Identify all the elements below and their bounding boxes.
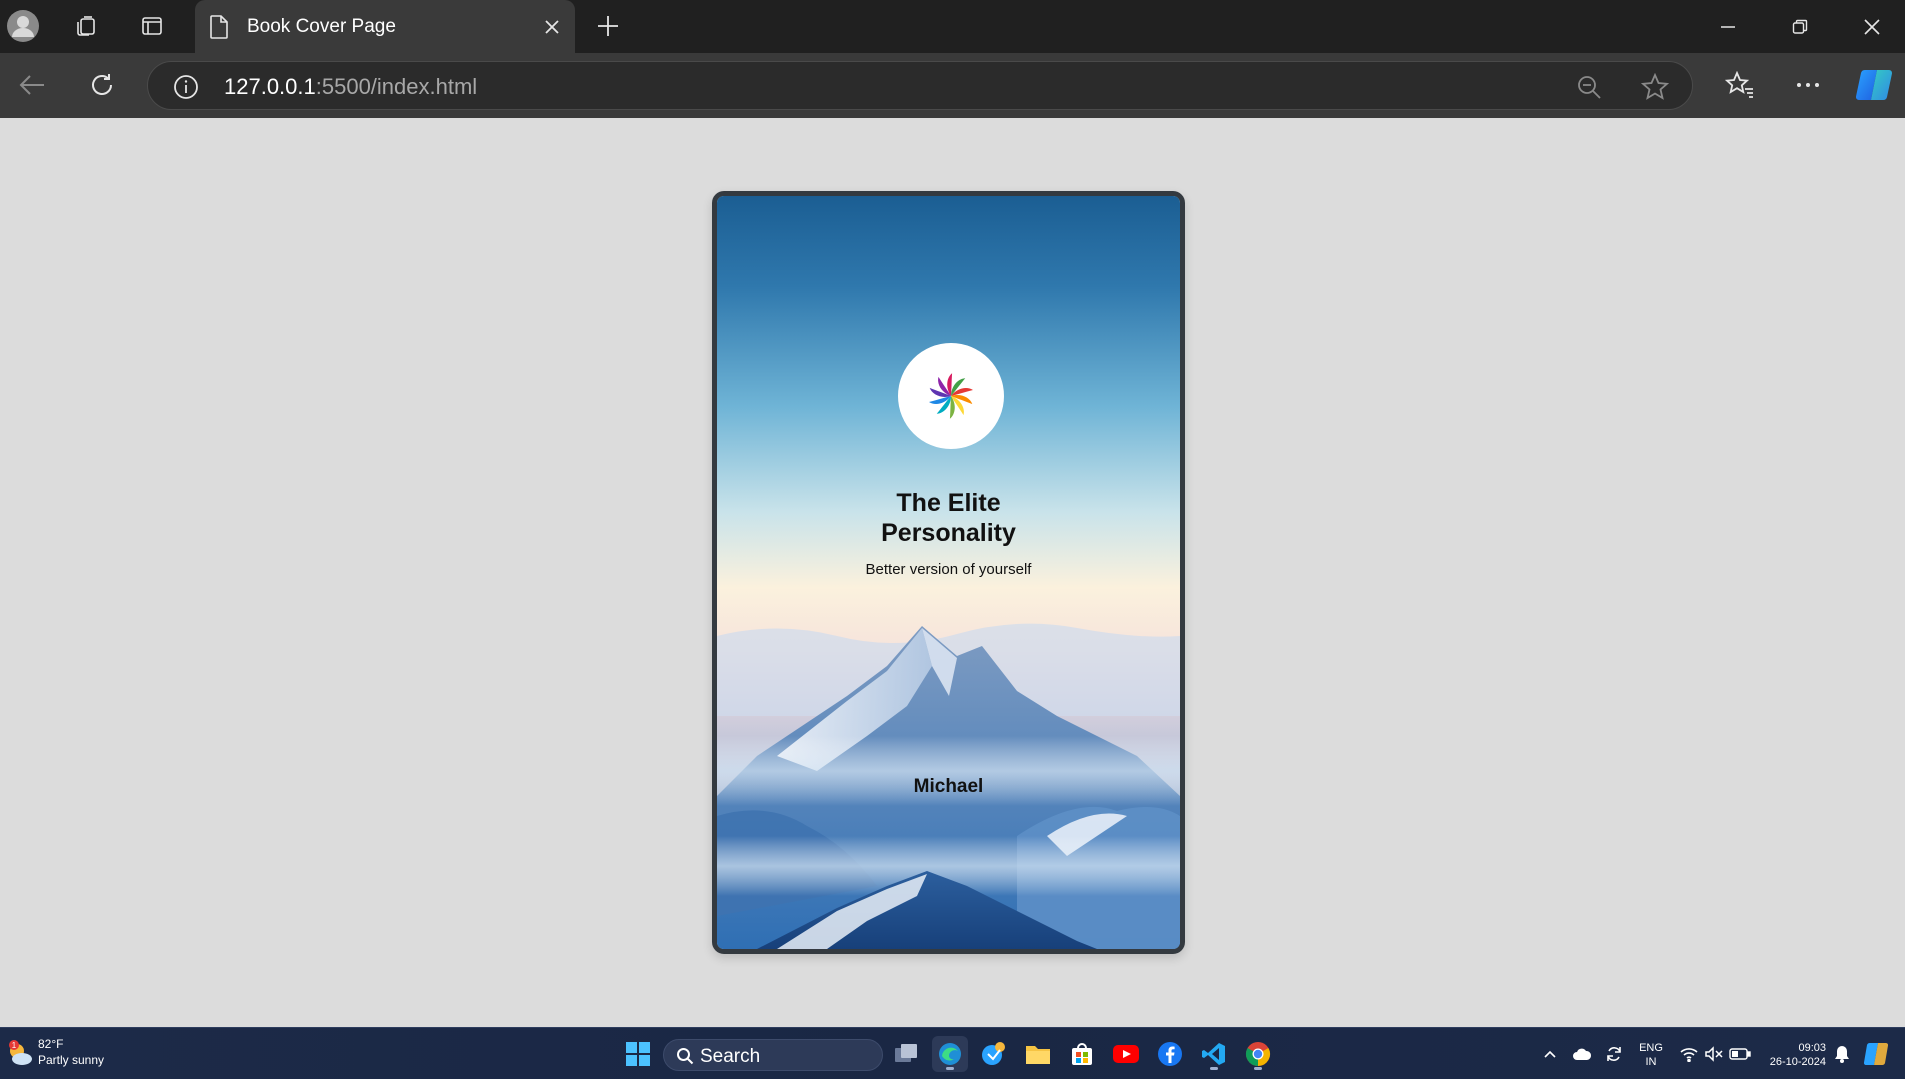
restore-button[interactable] bbox=[1764, 0, 1836, 53]
store-icon[interactable] bbox=[1064, 1036, 1100, 1072]
language-indicator[interactable]: ENG IN bbox=[1636, 1041, 1666, 1069]
volume-muted-icon[interactable] bbox=[1703, 1040, 1725, 1068]
address-bar[interactable]: 127.0.0.1:5500/index.html bbox=[147, 61, 1693, 110]
language-line-1: ENG bbox=[1639, 1042, 1663, 1054]
file-explorer-icon[interactable] bbox=[1020, 1036, 1056, 1072]
edge-icon[interactable] bbox=[932, 1036, 968, 1072]
search-label: Search bbox=[700, 1046, 761, 1067]
workspaces-icon[interactable] bbox=[66, 8, 106, 44]
favorites-button[interactable] bbox=[1718, 63, 1762, 107]
close-window-button[interactable] bbox=[1836, 0, 1905, 53]
partly-sunny-icon: 1 bbox=[6, 1040, 34, 1068]
more-icon bbox=[1797, 83, 1819, 87]
minimize-button[interactable] bbox=[1692, 0, 1764, 53]
weather-temp: 82°F bbox=[38, 1037, 64, 1051]
battery-icon[interactable] bbox=[1728, 1040, 1752, 1068]
clock-time: 09:03 bbox=[1798, 1042, 1826, 1054]
copilot-taskbar-icon[interactable] bbox=[976, 1036, 1012, 1072]
book-title-line-2: Personality bbox=[881, 519, 1016, 547]
book-cover: The Elite Personality Better version of … bbox=[712, 191, 1185, 954]
browser-toolbar: 127.0.0.1:5500/index.html bbox=[0, 53, 1905, 118]
copilot-icon bbox=[1855, 69, 1893, 101]
active-indicator bbox=[1254, 1067, 1262, 1070]
tab-title: Book Cover Page bbox=[247, 16, 396, 37]
restore-icon bbox=[1792, 19, 1808, 34]
minimize-icon bbox=[1721, 25, 1735, 28]
book-author: Michael bbox=[913, 776, 984, 797]
language-line-2: IN bbox=[1645, 1056, 1657, 1068]
wifi-icon[interactable] bbox=[1678, 1040, 1700, 1068]
onedrive-icon[interactable] bbox=[1570, 1040, 1594, 1068]
new-tab-button[interactable] bbox=[590, 8, 626, 44]
facebook-icon[interactable] bbox=[1152, 1036, 1188, 1072]
book-subtitle: Better version of yourself bbox=[865, 561, 1032, 578]
notification-bell-icon[interactable] bbox=[1832, 1040, 1852, 1068]
weather-badge: 1 bbox=[12, 1041, 17, 1050]
url-host: 127.0.0.1 bbox=[224, 74, 316, 99]
pinwheel-logo-icon bbox=[929, 373, 973, 419]
close-icon bbox=[1864, 18, 1880, 35]
taskbar-search[interactable]: Search bbox=[663, 1039, 883, 1071]
more-button[interactable] bbox=[1786, 63, 1830, 107]
zoom-out-icon[interactable] bbox=[1574, 72, 1604, 102]
weather-desc: Partly sunny bbox=[38, 1053, 105, 1067]
url-text[interactable]: 127.0.0.1:5500/index.html bbox=[224, 74, 477, 100]
start-button[interactable] bbox=[620, 1036, 656, 1072]
chrome-icon[interactable] bbox=[1240, 1036, 1276, 1072]
active-indicator bbox=[946, 1067, 954, 1070]
windows-icon bbox=[626, 1042, 650, 1066]
close-icon[interactable] bbox=[537, 12, 567, 42]
book-title-line-1: The Elite bbox=[896, 489, 1001, 517]
refresh-icon bbox=[92, 74, 112, 95]
book-logo bbox=[898, 343, 1004, 449]
star-icon[interactable] bbox=[1640, 72, 1670, 102]
search-icon bbox=[677, 1048, 694, 1065]
back-button[interactable] bbox=[10, 63, 54, 107]
task-view-icon[interactable] bbox=[888, 1036, 924, 1072]
weather-widget[interactable]: 1 82°F Partly sunny bbox=[6, 1036, 126, 1072]
book-title: The Elite Personality bbox=[717, 488, 1180, 548]
tab-actions-icon[interactable] bbox=[132, 8, 172, 44]
favorites-icon bbox=[1725, 71, 1753, 98]
clock-date: 26-10-2024 bbox=[1769, 1056, 1826, 1068]
clock[interactable]: 09:03 26-10-2024 bbox=[1758, 1041, 1826, 1069]
active-indicator bbox=[1210, 1067, 1218, 1070]
chevron-up-icon[interactable] bbox=[1540, 1040, 1560, 1068]
tab-strip: Book Cover Page bbox=[0, 0, 1905, 53]
youtube-icon[interactable] bbox=[1108, 1036, 1144, 1072]
page-viewport: The Elite Personality Better version of … bbox=[0, 118, 1905, 1027]
vscode-icon[interactable] bbox=[1196, 1036, 1232, 1072]
copilot-tray-icon[interactable] bbox=[1862, 1040, 1890, 1068]
plus-icon bbox=[598, 16, 618, 36]
tab-book-cover[interactable]: Book Cover Page bbox=[195, 0, 575, 53]
info-icon[interactable] bbox=[172, 73, 200, 101]
sync-icon[interactable] bbox=[1602, 1040, 1626, 1068]
taskbar: 1 82°F Partly sunny Search ENG IN 09:03 … bbox=[0, 1027, 1905, 1079]
profile-icon[interactable] bbox=[3, 8, 43, 44]
copilot-button[interactable] bbox=[1852, 63, 1896, 107]
back-arrow-icon bbox=[19, 75, 44, 95]
refresh-button[interactable] bbox=[80, 63, 124, 107]
document-icon bbox=[207, 14, 231, 40]
url-path: :5500/index.html bbox=[315, 74, 478, 99]
